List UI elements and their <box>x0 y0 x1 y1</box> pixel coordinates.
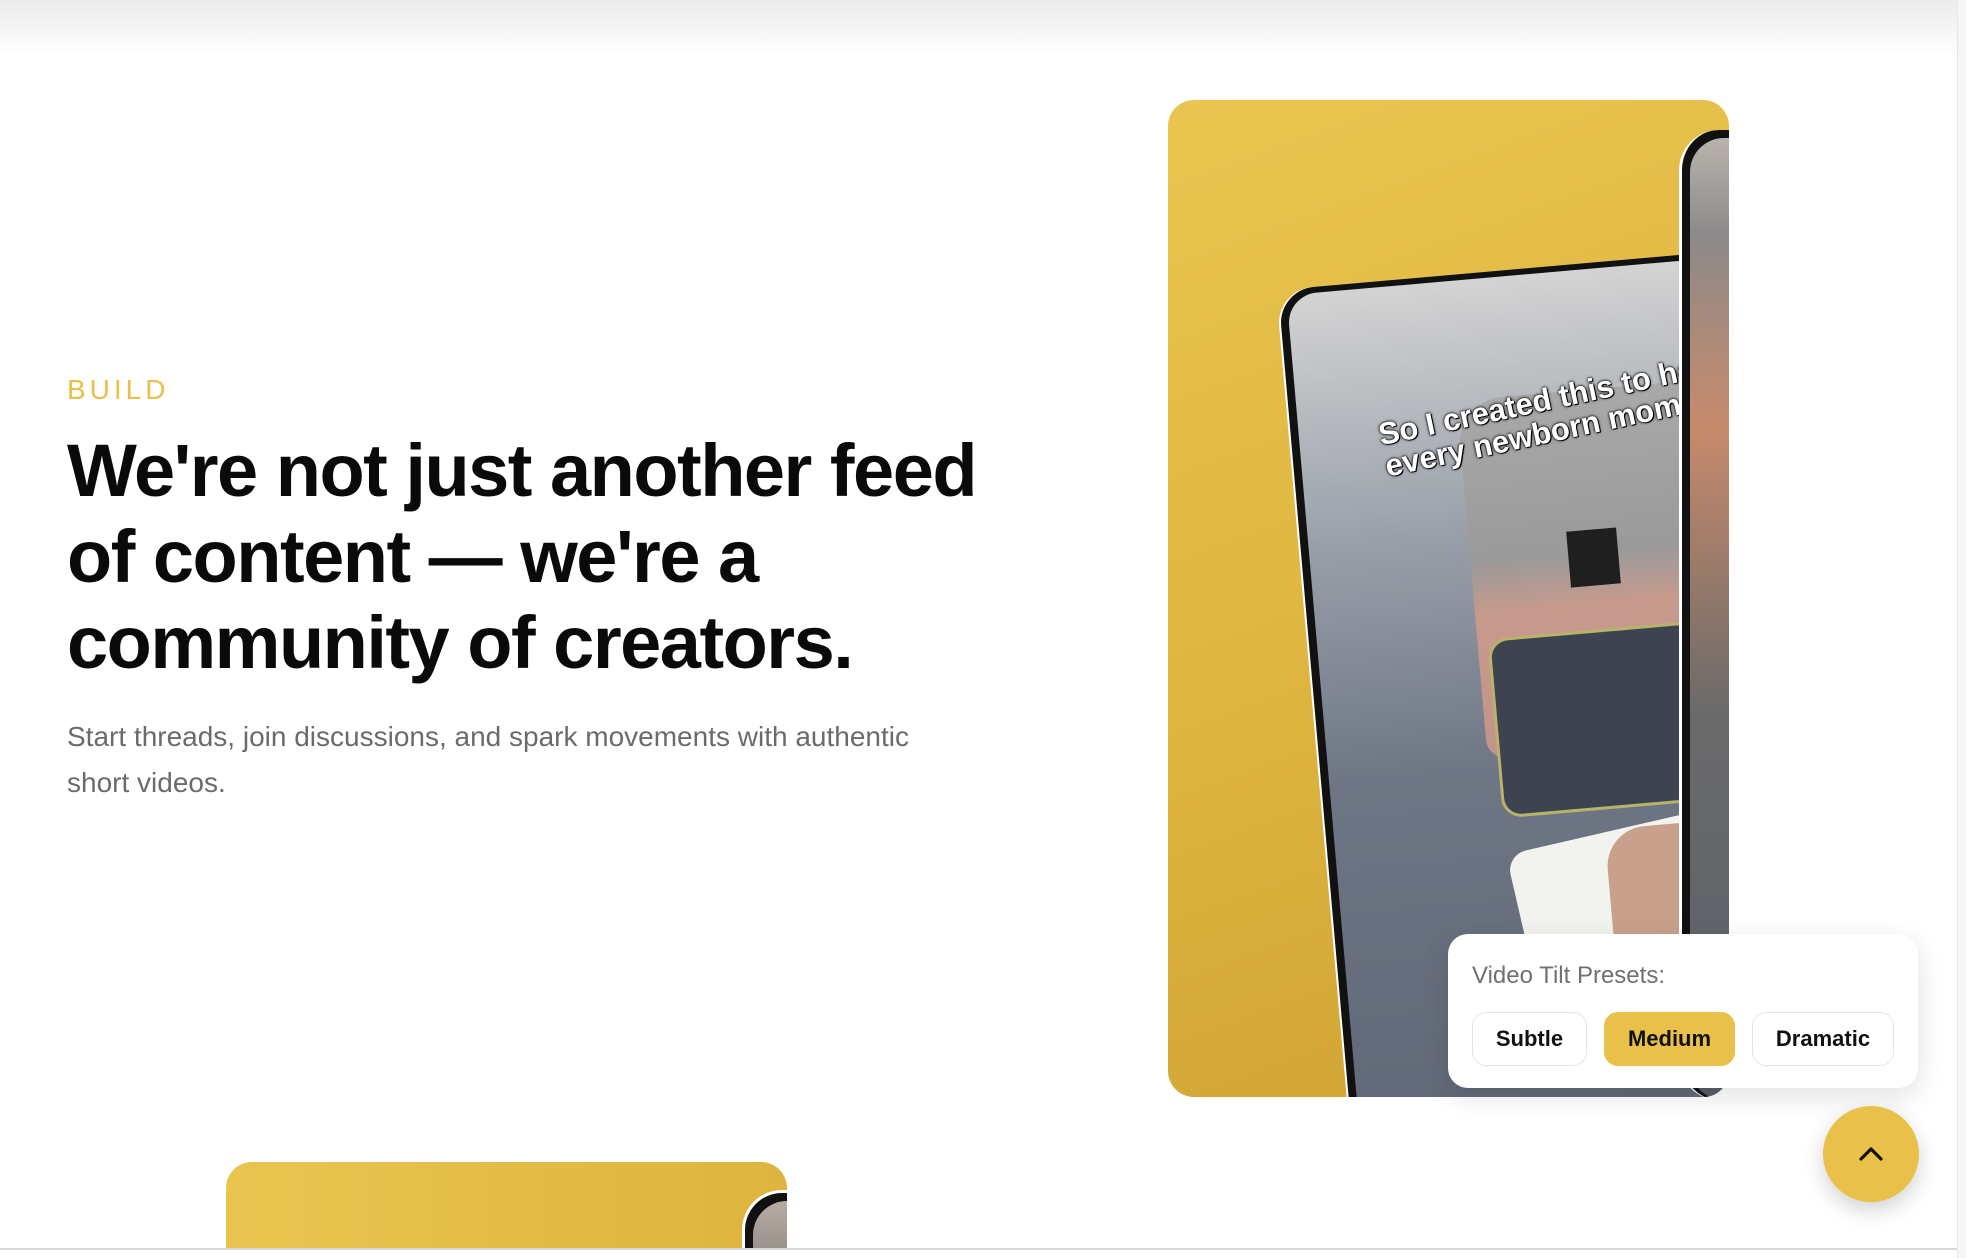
scroll-to-top-button[interactable] <box>1823 1106 1919 1202</box>
next-card-video-phone <box>742 1190 787 1248</box>
preset-dramatic-button[interactable]: Dramatic <box>1752 1012 1894 1066</box>
next-section-card <box>226 1162 787 1248</box>
video-bag-label <box>1566 527 1621 588</box>
section-eyebrow: BUILD <box>67 374 170 405</box>
preset-medium-button[interactable]: Medium <box>1604 1012 1735 1066</box>
video-tilt-presets-panel: Video Tilt Presets: Subtle Medium Dramat… <box>1448 934 1918 1088</box>
viewport-bottom-divider <box>0 1248 1957 1250</box>
section-subtext: Start threads, join discussions, and spa… <box>67 721 909 798</box>
presets-label: Video Tilt Presets: <box>1472 962 1665 989</box>
section-headline: We're not just another feed of content —… <box>67 429 978 684</box>
next-card-video-frame <box>753 1201 787 1248</box>
page-scrollbar[interactable] <box>1957 0 1966 1258</box>
chevron-up-icon <box>1859 1147 1883 1161</box>
header-shadow <box>0 0 1966 56</box>
preset-subtle-button[interactable]: Subtle <box>1472 1012 1587 1066</box>
